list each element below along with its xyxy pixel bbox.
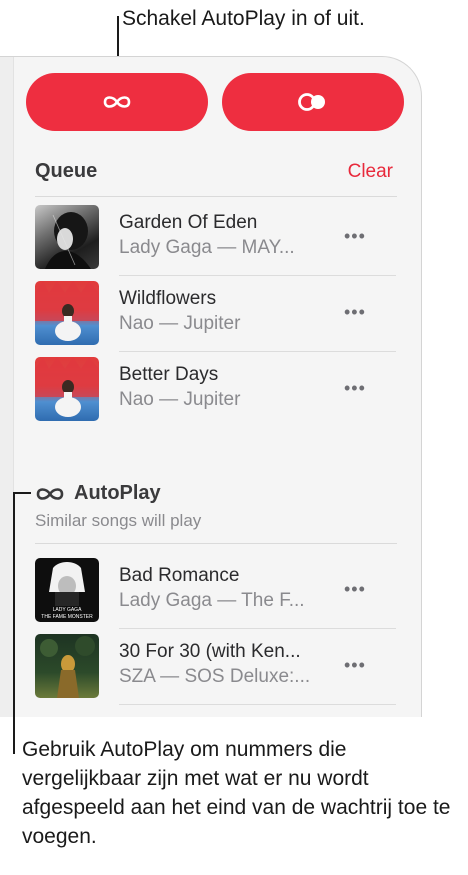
song-subtitle: Nao — Jupiter [119, 389, 241, 410]
infinity-icon [103, 96, 131, 108]
repeat-toggle-button[interactable] [222, 73, 404, 131]
queue-title: Queue [35, 160, 98, 182]
autoplay-subtitle: Similar songs will play [35, 511, 202, 530]
list-item[interactable]: LADY GAGA THE FAME MONSTER Bad Romance L… [0, 553, 420, 629]
leader-line-bottom-v [13, 492, 15, 754]
infinity-icon [36, 487, 64, 500]
song-title: 30 For 30 (with Ken... [119, 641, 301, 662]
row-divider [119, 704, 396, 705]
repeat-toggle-icon [298, 93, 325, 111]
list-item[interactable]: 30 For 30 (with Ken... SZA — SOS Deluxe:… [0, 629, 420, 705]
album-art-image [40, 636, 95, 698]
callout-autoplay-description: Gebruik AutoPlay om nummers die vergelij… [22, 738, 451, 848]
autoplay-toggle-button[interactable] [26, 73, 208, 131]
album-art-image [35, 281, 99, 341]
more-button[interactable]: ••• [344, 302, 366, 323]
album-art [35, 205, 99, 269]
song-subtitle: Nao — Jupiter [119, 313, 241, 334]
song-title: Bad Romance [119, 565, 240, 586]
album-art-image [45, 212, 91, 269]
list-item[interactable]: Wildflowers Nao — Jupiter ••• [0, 276, 420, 352]
autoplay-title: AutoPlay [74, 482, 161, 504]
more-button[interactable]: ••• [344, 226, 366, 247]
more-button[interactable]: ••• [344, 378, 366, 399]
clear-queue-button[interactable]: Clear [348, 161, 393, 183]
song-title: Wildflowers [119, 288, 217, 309]
autoplay-heading: AutoPlay [35, 482, 161, 505]
album-art-text: LADY GAGA [53, 607, 82, 613]
song-subtitle: Lady Gaga — MAY... [119, 237, 295, 258]
more-button[interactable]: ••• [344, 655, 366, 676]
album-art-image: LADY GAGA THE FAME MONSTER [41, 562, 93, 620]
leader-line-bottom-h [13, 492, 31, 494]
album-art [35, 634, 99, 698]
song-title: Garden Of Eden [119, 212, 258, 233]
album-art-image [35, 357, 99, 417]
album-art-text: THE FAME MONSTER [41, 614, 93, 620]
album-art [35, 281, 99, 345]
callout-autoplay-toggle: Schakel AutoPlay in of uit. [122, 7, 365, 30]
song-subtitle: SZA — SOS Deluxe:... [119, 666, 311, 687]
up-next-panel: Queue Clear Garden Of Eden Lady Gaga — M… [0, 56, 422, 717]
song-subtitle: Lady Gaga — The F... [119, 590, 305, 611]
album-art: LADY GAGA THE FAME MONSTER [35, 558, 99, 622]
list-item[interactable]: Better Days Nao — Jupiter ••• [0, 352, 420, 428]
more-button[interactable]: ••• [344, 579, 366, 600]
album-art [35, 357, 99, 421]
queue-divider [35, 196, 397, 197]
song-title: Better Days [119, 364, 219, 385]
list-item[interactable]: Garden Of Eden Lady Gaga — MAY... ••• [0, 200, 420, 276]
autoplay-divider [35, 543, 397, 544]
